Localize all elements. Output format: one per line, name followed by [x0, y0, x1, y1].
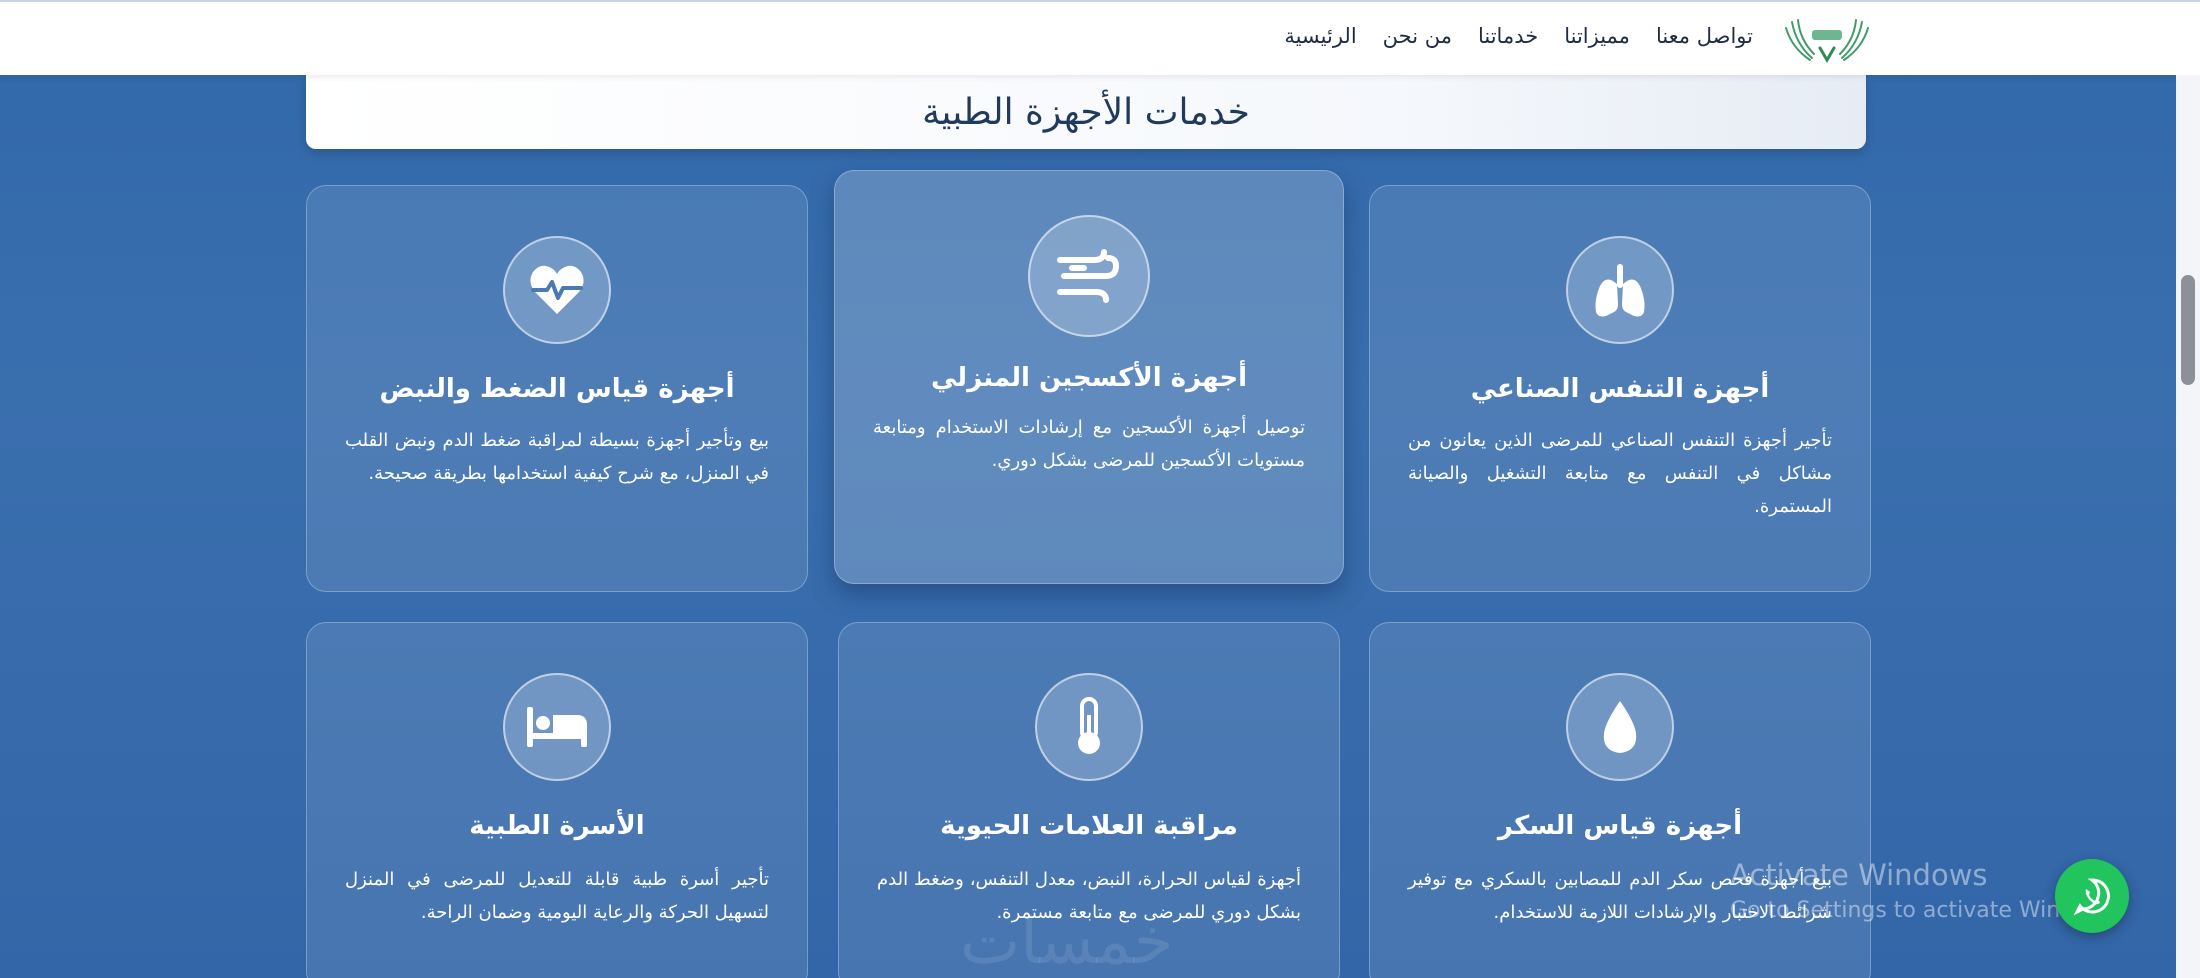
main-nav: الرئيسية من نحن خدماتنا مميزاتنا تواصل م…	[1284, 24, 1753, 48]
logo-icon[interactable]	[1782, 14, 1872, 68]
card-title: أجهزة قياس السكر	[1497, 811, 1743, 841]
card-title: أجهزة قياس الضغط والنبض	[379, 374, 735, 404]
top-navbar: الرئيسية من نحن خدماتنا مميزاتنا تواصل م…	[0, 0, 2200, 75]
card-title: أجهزة التنفس الصناعي	[1470, 374, 1770, 404]
service-card-glucose[interactable]: أجهزة قياس السكر بيع أجهزة فحص سكر الدم …	[1369, 622, 1871, 978]
card-description: تأجير أجهزة التنفس الصناعي للمرضى الذين …	[1408, 430, 1832, 517]
nav-link-home[interactable]: الرئيسية	[1284, 24, 1356, 48]
card-description: أجهزة لقياس الحرارة، النبض، معدل التنفس،…	[877, 869, 1301, 923]
card-description: توصيل أجهزة الأكسجين مع إرشادات الاستخدا…	[873, 417, 1305, 471]
nav-link-contact[interactable]: تواصل معنا	[1656, 24, 1753, 48]
card-description: تأجير أسرة طبية قابلة للتعديل للمرضى في …	[345, 869, 769, 923]
nav-link-features[interactable]: مميزاتنا	[1564, 24, 1630, 48]
page-scrollbar[interactable]	[2176, 75, 2200, 978]
nav-link-about[interactable]: من نحن	[1383, 24, 1452, 48]
card-title: أجهزة الأكسجين المنزلي	[931, 363, 1247, 393]
card-description: بيع وتأجير أجهزة بسيطة لمراقبة ضغط الدم …	[345, 430, 769, 484]
nav-link-services[interactable]: خدماتنا	[1478, 24, 1538, 48]
card-description: بيع أجهزة فحص سكر الدم للمصابين بالسكري …	[1408, 869, 1832, 923]
whatsapp-button[interactable]	[2055, 859, 2129, 933]
service-card-oxygen[interactable]: أجهزة الأكسجين المنزلي توصيل أجهزة الأكس…	[834, 170, 1344, 584]
card-title: مراقبة العلامات الحيوية	[940, 811, 1238, 841]
section-title: خدمات الأجهزة الطبية	[922, 91, 1250, 133]
thermometer-icon	[1035, 673, 1143, 781]
lungs-icon	[1566, 236, 1674, 344]
wind-icon	[1028, 215, 1150, 337]
card-title: الأسرة الطبية	[469, 811, 645, 841]
droplet-icon	[1566, 673, 1674, 781]
whatsapp-icon	[2073, 878, 2110, 916]
scrollbar-thumb[interactable]	[2181, 275, 2195, 385]
heart-pulse-icon	[503, 236, 611, 344]
section-title-panel: خدمات الأجهزة الطبية	[306, 75, 1866, 149]
service-card-ventilator[interactable]: أجهزة التنفس الصناعي تأجير أجهزة التنفس …	[1369, 185, 1871, 592]
bed-icon	[503, 673, 611, 781]
service-card-vital-signs[interactable]: مراقبة العلامات الحيوية أجهزة لقياس الحر…	[838, 622, 1340, 978]
service-card-blood-pressure[interactable]: أجهزة قياس الضغط والنبض بيع وتأجير أجهزة…	[306, 185, 808, 592]
service-card-medical-beds[interactable]: الأسرة الطبية تأجير أسرة طبية قابلة للتع…	[306, 622, 808, 978]
